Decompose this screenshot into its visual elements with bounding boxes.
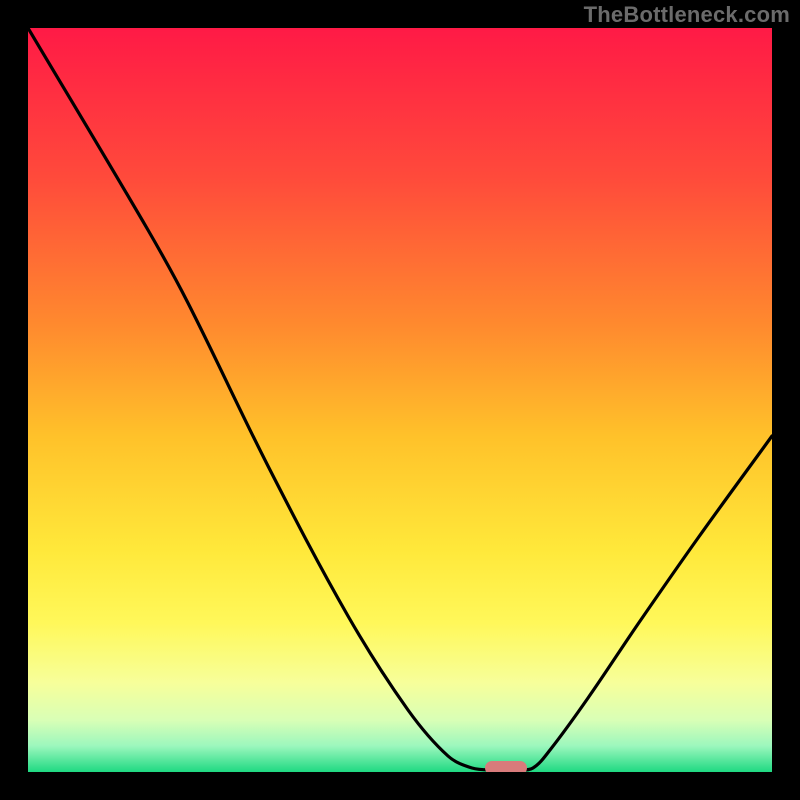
plot-area bbox=[28, 28, 772, 772]
watermark-text: TheBottleneck.com bbox=[584, 2, 790, 28]
optimum-marker bbox=[485, 761, 527, 772]
bottleneck-curve bbox=[28, 28, 772, 772]
